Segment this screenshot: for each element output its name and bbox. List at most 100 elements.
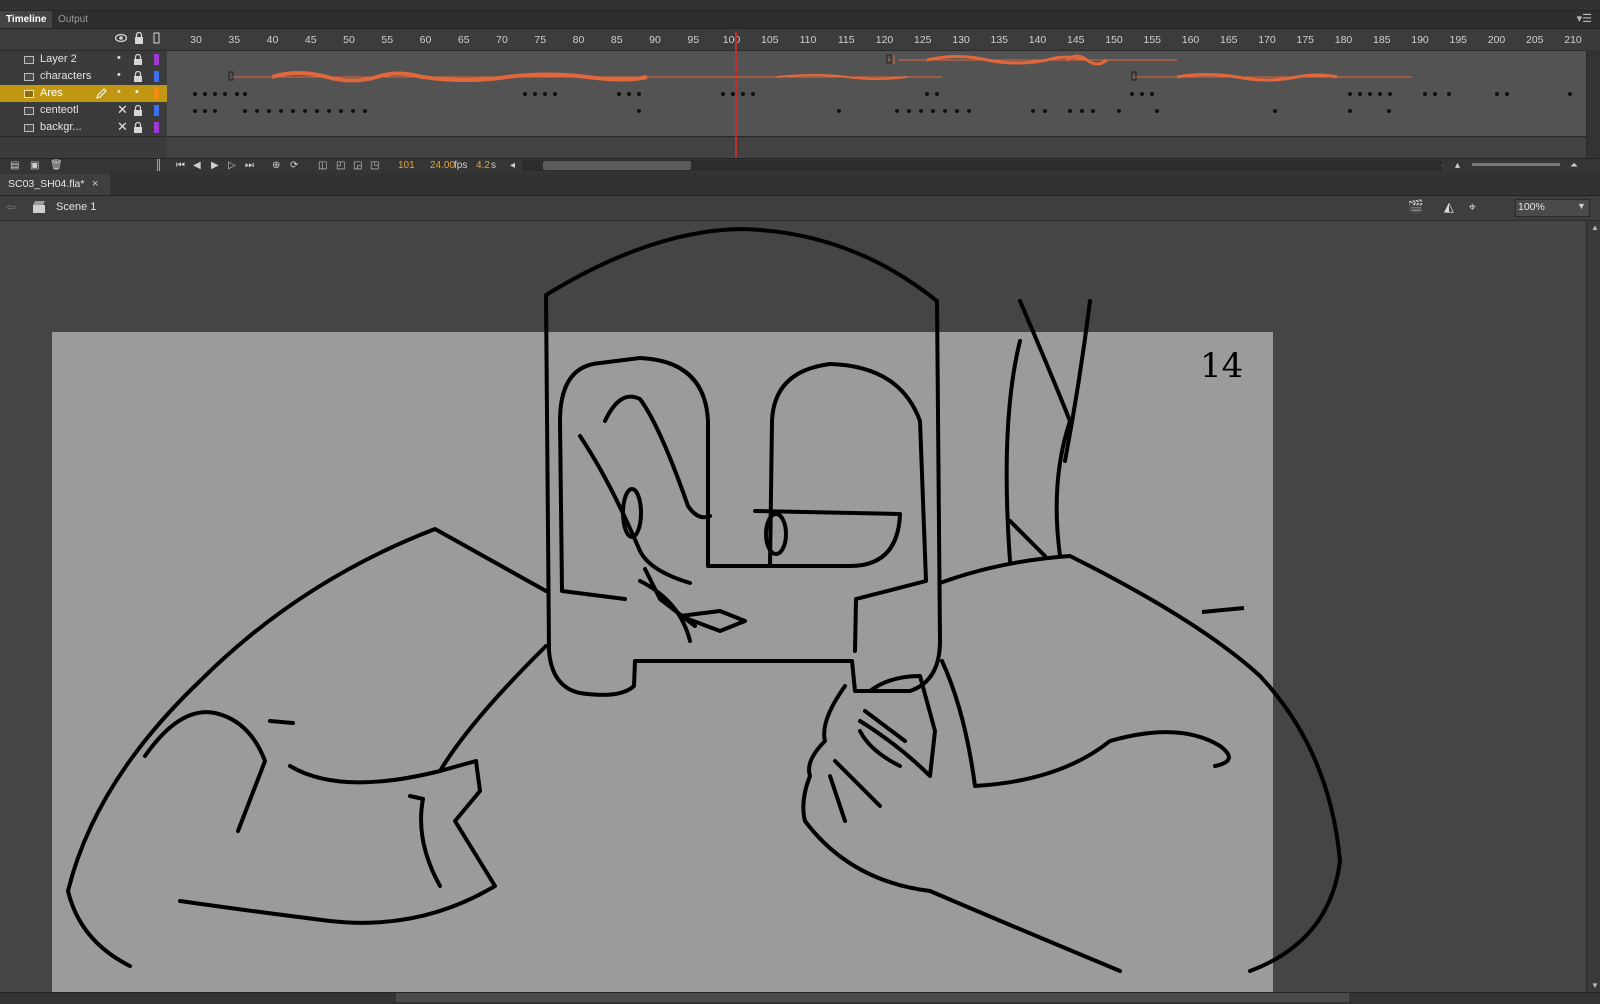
layer-lock-toggle[interactable]: •: [135, 86, 139, 98]
frame-row-centeotl[interactable]: [167, 102, 1586, 120]
show-all-layers-eye-icon[interactable]: [115, 32, 127, 44]
step-back-icon[interactable]: ◀: [193, 160, 201, 171]
new-layer-icon[interactable]: ▤: [10, 160, 19, 171]
scroll-left-icon[interactable]: ◂: [510, 160, 515, 171]
zoom-in-frames-icon[interactable]: ⏶: [1570, 160, 1578, 171]
layer-visibility-toggle[interactable]: •: [117, 86, 121, 98]
ruler-tick-label: 155: [1143, 34, 1162, 46]
center-stage-icon[interactable]: ⌖: [1469, 199, 1476, 215]
layer-row-centeotl[interactable]: centeotl ✕: [0, 102, 167, 120]
layer-outline-color[interactable]: [154, 105, 159, 116]
layer-icon: [24, 73, 34, 81]
current-frame[interactable]: 101: [398, 160, 415, 171]
go-to-last-frame-icon[interactable]: ⏭: [245, 160, 254, 171]
layer-visibility-toggle[interactable]: •: [117, 69, 121, 81]
window-top-strip: [0, 0, 1600, 11]
ruler-tick-label: 175: [1296, 34, 1315, 46]
layer-icon: [24, 124, 34, 132]
ruler-tick-label: 100: [722, 34, 741, 46]
stage-vertical-scrollbar[interactable]: ▲ ▼: [1586, 221, 1600, 992]
play-icon[interactable]: ▶: [211, 160, 219, 171]
layer-row-ares[interactable]: Ares • •: [0, 85, 167, 103]
ruler-tick-label: 210: [1564, 34, 1582, 46]
tab-timeline[interactable]: Timeline: [0, 11, 53, 28]
lock-all-layers-icon[interactable]: [133, 32, 145, 44]
ruler-tick-label: 165: [1219, 34, 1238, 46]
playhead[interactable]: [735, 31, 737, 159]
frame-row-characters[interactable]: [167, 68, 1586, 86]
layer-name: backgr...: [40, 121, 82, 133]
elapsed-time-unit: s: [491, 160, 496, 171]
layer-icon: [24, 107, 34, 115]
loop-icon[interactable]: ⟳: [290, 160, 298, 171]
close-document-icon[interactable]: ×: [92, 178, 98, 190]
frame-row-background[interactable]: [167, 119, 1586, 137]
layer-visibility-toggle[interactable]: •: [117, 52, 121, 64]
stage-horizontal-scroll-thumb[interactable]: [396, 993, 1349, 1002]
new-folder-icon[interactable]: ▣: [30, 160, 39, 171]
delete-layer-icon[interactable]: 🗑: [50, 160, 63, 171]
scene-clapper-icon: [33, 201, 45, 213]
timeline-vertical-scrollbar[interactable]: [1586, 50, 1600, 158]
edit-symbols-icon[interactable]: ◭: [1444, 199, 1454, 215]
ruler-tick-label: 60: [419, 34, 432, 46]
layer-name: centeotl: [40, 104, 79, 116]
timeline-divider-handle[interactable]: ║: [155, 160, 162, 171]
scroll-down-icon[interactable]: ▼: [1591, 981, 1599, 990]
ruler-tick-label: 40: [266, 34, 279, 46]
onion-skin-outlines-icon[interactable]: ◰: [336, 160, 345, 171]
layer-name: characters: [40, 70, 92, 82]
frame-rate[interactable]: 24.00: [430, 160, 455, 171]
edit-scene-icon[interactable]: 🎬: [1408, 199, 1424, 215]
layer-row-layer-2[interactable]: Layer 2 •: [0, 51, 167, 69]
ruler-tick-label: 170: [1258, 34, 1276, 46]
panel-menu-icon[interactable]: ▾☰: [1577, 12, 1592, 25]
timeline-scroll-thumb[interactable]: [543, 161, 691, 170]
layer-outline-color[interactable]: [154, 122, 159, 133]
center-frame-icon[interactable]: ⊕: [272, 160, 280, 171]
ruler-tick-label: 55: [381, 34, 394, 46]
scroll-up-icon[interactable]: ▲: [1591, 223, 1599, 232]
layer-row-background[interactable]: backgr... ✕: [0, 119, 167, 137]
ruler-tick-label: 195: [1449, 34, 1468, 46]
lock-icon[interactable]: [133, 54, 143, 65]
layer-outline-color[interactable]: [154, 88, 159, 99]
step-forward-icon[interactable]: ▷: [228, 160, 236, 171]
layer-visibility-toggle[interactable]: ✕: [117, 119, 128, 135]
layer-outline-color[interactable]: [154, 71, 159, 82]
modify-markers-icon[interactable]: ◳: [370, 160, 379, 171]
zoom-out-frames-icon[interactable]: ▴: [1455, 160, 1460, 171]
keyframe-strip: [193, 109, 1391, 113]
zoom-dropdown-chevron-icon[interactable]: ▼: [1577, 201, 1586, 211]
layer-visibility-toggle[interactable]: ✕: [117, 102, 128, 118]
scene-name[interactable]: Scene 1: [56, 201, 96, 213]
ruler-tick-label: 120: [875, 34, 894, 46]
tab-output[interactable]: Output: [52, 11, 94, 28]
audio-waveform: [228, 71, 1412, 83]
pasteboard[interactable]: 14: [0, 221, 1586, 992]
frame-row-ares[interactable]: [167, 85, 1586, 103]
ruler-tick-label: 185: [1372, 34, 1391, 46]
layer-name: Layer 2: [40, 53, 77, 65]
onion-skin-icon[interactable]: ◫: [318, 160, 327, 171]
lock-icon[interactable]: [133, 71, 143, 82]
edit-multiple-frames-icon[interactable]: ◲: [353, 160, 362, 171]
lock-icon[interactable]: [133, 105, 143, 116]
go-to-first-frame-icon[interactable]: ⏮: [176, 160, 185, 171]
frame-size-slider[interactable]: [1472, 163, 1560, 166]
layer-name: Ares: [40, 87, 63, 99]
layer-list-empty: [0, 138, 167, 158]
back-arrow-icon[interactable]: ⇦: [6, 200, 16, 214]
layer-icon: [24, 90, 34, 98]
elapsed-time[interactable]: 4.2: [476, 160, 490, 171]
frame-row-layer-2[interactable]: [167, 51, 1586, 69]
frame-rate-unit: fps: [454, 160, 468, 171]
lock-icon[interactable]: [133, 122, 143, 133]
ruler-tick-label: 130: [952, 34, 970, 46]
ruler-tick-label: 140: [1028, 34, 1047, 46]
outline-all-layers-icon[interactable]: [151, 32, 163, 44]
ruler-tick-label: 80: [572, 34, 585, 46]
layer-outline-color[interactable]: [154, 54, 159, 65]
layer-row-characters[interactable]: characters •: [0, 68, 167, 86]
ruler-tick-label: 50: [343, 34, 355, 46]
